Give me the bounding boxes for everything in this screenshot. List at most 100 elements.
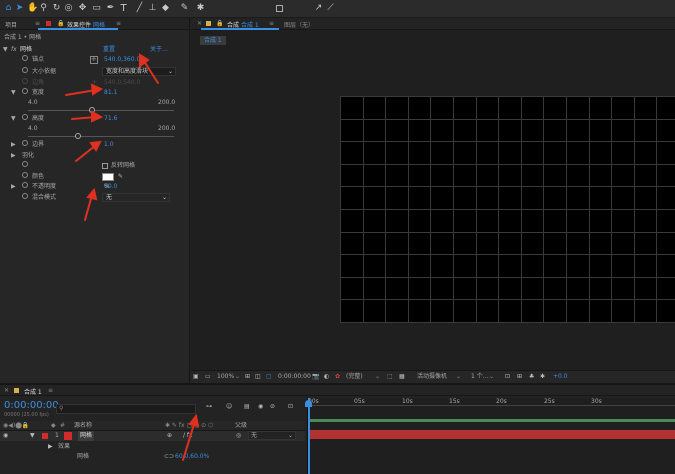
stopwatch-icon[interactable]: [22, 67, 28, 73]
anchor-value[interactable]: 540.0,360.0: [104, 55, 140, 65]
resolution-dropdown[interactable]: (完整): [346, 371, 363, 383]
comp-flowchart-icon[interactable]: ⊶: [206, 403, 212, 410]
puppet-pin-tool-icon[interactable]: ✱: [196, 4, 205, 13]
tab-timeline[interactable]: 合成 1: [24, 387, 42, 396]
playhead-handle[interactable]: [305, 400, 312, 407]
draft-3d-icon[interactable]: ⊞: [517, 371, 522, 383]
home-icon[interactable]: ⌂: [4, 4, 13, 13]
lock-icon[interactable]: 🔒: [216, 20, 223, 27]
zoom-dropdown[interactable]: 100%: [217, 371, 234, 383]
property-row[interactable]: 网格 ⊂⊃ 60.0,60.0%: [0, 452, 305, 462]
mask-visibility-icon[interactable]: ◫: [255, 371, 261, 383]
timeline-timecode[interactable]: 0:00:00:00: [4, 400, 59, 411]
zoom-tool-icon[interactable]: ⚲: [39, 4, 48, 13]
expand-triangle-icon[interactable]: ▼: [11, 114, 16, 124]
brush-tool-icon[interactable]: ╱: [135, 4, 144, 13]
width-slider-handle[interactable]: [89, 107, 95, 113]
transparency-grid-icon[interactable]: ▦: [399, 371, 405, 383]
size-from-dropdown[interactable]: 宽度和高度滑块 ⌄: [102, 67, 176, 76]
expand-triangle-icon[interactable]: ▼: [3, 45, 8, 55]
parent-header[interactable]: 父级: [235, 421, 247, 431]
clone-stamp-tool-icon[interactable]: ⊥: [148, 4, 157, 13]
snapshot-icon[interactable]: 📷: [312, 371, 319, 383]
camera-tool-icon[interactable]: ◎: [64, 4, 73, 13]
pickwhip-icon[interactable]: ◎: [236, 431, 241, 441]
stopwatch-icon[interactable]: [22, 172, 28, 178]
expand-triangle-icon[interactable]: ▼: [11, 88, 16, 98]
hand-tool-icon[interactable]: ✋: [27, 4, 38, 13]
composition-settings-icon[interactable]: ⊡: [288, 403, 293, 410]
height-slider-handle[interactable]: [75, 133, 81, 139]
stopwatch-icon[interactable]: [22, 161, 28, 167]
show-channel-icon[interactable]: ◐: [324, 371, 329, 383]
visibility-eye-icon[interactable]: ◉: [3, 431, 8, 441]
close-icon[interactable]: ✕: [4, 387, 9, 394]
time-ruler[interactable]: 00s 05s 10s 15s 20s 25s 30s: [308, 398, 675, 409]
comp-breadcrumb[interactable]: 合成 1: [200, 36, 226, 45]
timeline-search-input[interactable]: ⚲: [56, 404, 196, 414]
viewer-timecode[interactable]: 0:00:00:00: [278, 371, 311, 383]
stopwatch-icon[interactable]: [22, 140, 28, 146]
frame-blending-icon[interactable]: ▤: [244, 403, 250, 410]
snap-feature-icon[interactable]: ⟋: [326, 4, 335, 13]
fast-preview-icon[interactable]: ▢: [266, 371, 272, 383]
always-preview-icon[interactable]: ▣: [193, 371, 199, 383]
invert-grid-checkbox[interactable]: [102, 163, 108, 169]
pan-behind-tool-icon[interactable]: ✥: [78, 4, 87, 13]
shy-switch-icon[interactable]: ⊕: [167, 431, 172, 441]
close-icon[interactable]: ✕: [197, 20, 202, 27]
stopwatch-icon[interactable]: [22, 88, 28, 94]
region-of-interest-icon[interactable]: ⬚: [387, 371, 393, 383]
stopwatch-icon[interactable]: [22, 114, 28, 120]
height-value[interactable]: 71.6: [104, 114, 117, 124]
lock-icon[interactable]: 🔒: [57, 20, 64, 27]
reset-exposure-icon[interactable]: ✱: [540, 371, 545, 383]
tab-menu-icon[interactable]: ≡: [48, 387, 53, 394]
scale-value[interactable]: 60.0,60.0%: [175, 452, 209, 462]
color-channel-icon[interactable]: ✿: [335, 371, 340, 383]
stopwatch-icon[interactable]: [22, 55, 28, 61]
blend-mode-dropdown[interactable]: 无 ⌄: [102, 193, 170, 202]
chevron-down-icon[interactable]: ⌄: [489, 371, 494, 383]
label-color-icon[interactable]: [42, 433, 48, 439]
roto-brush-tool-icon[interactable]: ✎: [180, 4, 189, 13]
current-time-indicator[interactable]: [308, 398, 310, 474]
tab-menu-icon[interactable]: ≡: [116, 20, 121, 27]
tab-layer[interactable]: 图层（无）: [284, 20, 314, 29]
expand-triangle-icon[interactable]: ▶: [11, 182, 16, 192]
tab-project[interactable]: 项目: [5, 20, 17, 29]
color-swatch[interactable]: [102, 173, 114, 181]
layer-duration-bar[interactable]: [308, 430, 675, 439]
title-safe-icon[interactable]: ⊞: [245, 371, 250, 383]
chevron-down-icon[interactable]: ⌄: [375, 371, 380, 383]
height-slider-track[interactable]: [28, 136, 174, 137]
crosshair-icon[interactable]: ✛: [90, 56, 98, 64]
flowchart-icon[interactable]: ♣: [529, 371, 534, 383]
tab-menu-icon[interactable]: ≡: [269, 20, 274, 27]
exposure-value[interactable]: +0.0: [553, 371, 568, 383]
display-icon[interactable]: ▭: [205, 371, 211, 383]
shy-layers-icon[interactable]: ☺: [226, 403, 232, 410]
motion-blur-icon[interactable]: ◉: [258, 403, 263, 410]
expand-triangle-icon[interactable]: ▼: [30, 431, 35, 441]
layer-row[interactable]: ◉ ▼ 1 网格 ⊕ / fx ◎ 无 ⌄: [0, 431, 305, 441]
stopwatch-icon[interactable]: [22, 182, 28, 188]
border-value[interactable]: 1.0: [104, 140, 114, 150]
stopwatch-icon[interactable]: [22, 193, 28, 199]
rotate-tool-icon[interactable]: ↻: [52, 4, 61, 13]
expand-triangle-icon[interactable]: ▶: [48, 442, 53, 452]
graph-editor-icon[interactable]: ⊘: [270, 403, 275, 410]
pen-tool-icon[interactable]: ✒: [106, 4, 115, 13]
width-slider-track[interactable]: [28, 110, 174, 111]
views-dropdown[interactable]: 1 个…: [471, 371, 489, 383]
rectangle-tool-icon[interactable]: ▭: [92, 4, 101, 13]
eraser-tool-icon[interactable]: ◆: [161, 4, 170, 13]
fx-icon[interactable]: fx: [11, 45, 17, 55]
width-value[interactable]: 81.1: [104, 88, 117, 98]
about-link[interactable]: 关于…: [150, 45, 168, 55]
source-name-header[interactable]: 源名称: [74, 421, 92, 431]
timeline-track-area[interactable]: 00s 05s 10s 15s 20s 25s 30s: [305, 398, 675, 474]
expand-triangle-icon[interactable]: ▶: [11, 140, 16, 150]
fx-switch-icon[interactable]: / fx: [183, 431, 193, 441]
expand-triangle-icon[interactable]: ▶: [11, 151, 16, 161]
